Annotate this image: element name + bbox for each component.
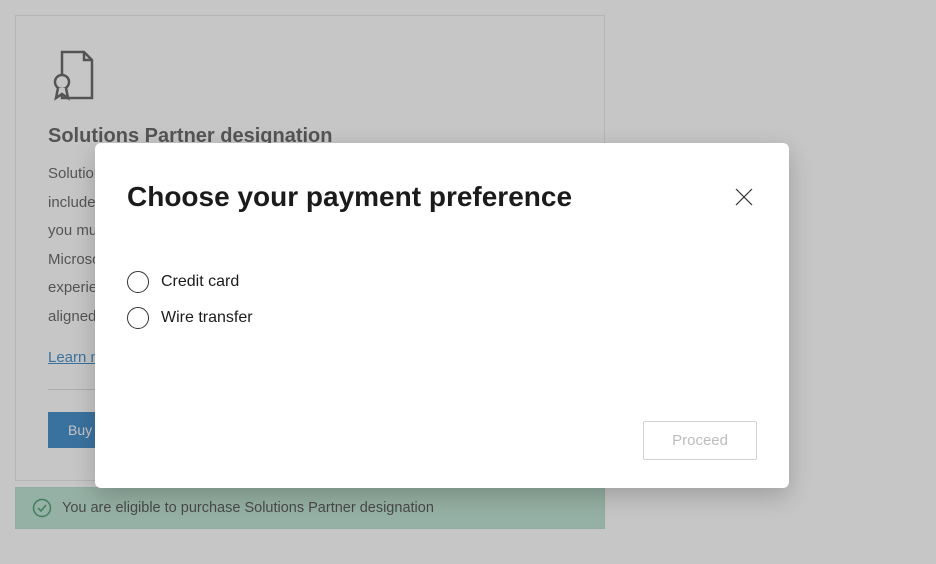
- radio-label-wire-transfer: Wire transfer: [161, 309, 253, 327]
- modal-title: Choose your payment preference: [127, 181, 572, 213]
- radio-circle-icon: [127, 307, 149, 329]
- radio-wire-transfer[interactable]: Wire transfer: [127, 307, 757, 329]
- payment-preference-modal: Choose your payment preference Credit ca…: [95, 143, 789, 488]
- radio-credit-card[interactable]: Credit card: [127, 271, 757, 293]
- modal-overlay: Choose your payment preference Credit ca…: [0, 0, 936, 564]
- radio-label-credit-card: Credit card: [161, 273, 239, 291]
- proceed-button[interactable]: Proceed: [643, 421, 757, 460]
- radio-circle-icon: [127, 271, 149, 293]
- close-icon: [735, 188, 753, 206]
- modal-footer: Proceed: [127, 421, 757, 460]
- payment-radio-group: Credit card Wire transfer: [127, 271, 757, 329]
- close-button[interactable]: [731, 184, 757, 210]
- modal-header: Choose your payment preference: [127, 181, 757, 213]
